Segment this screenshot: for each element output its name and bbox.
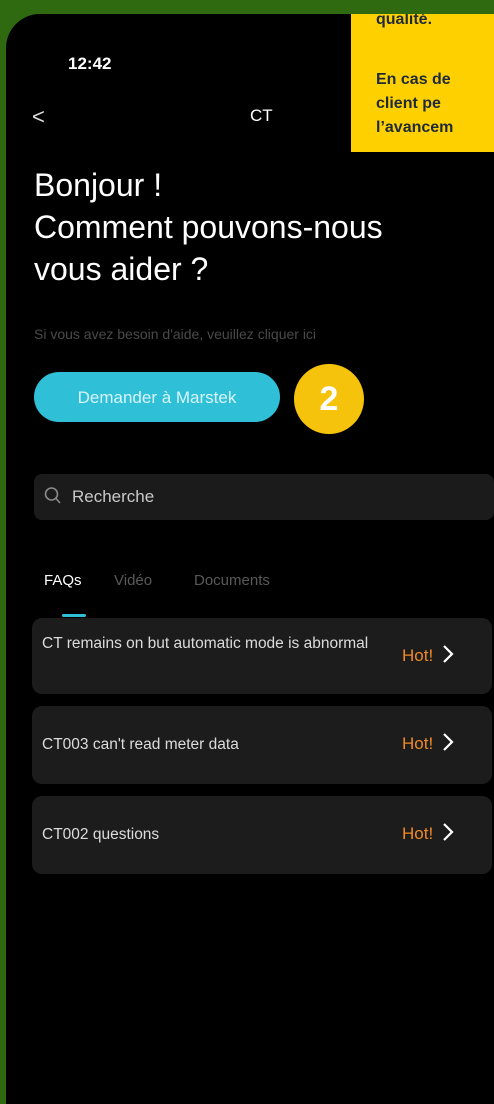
back-button[interactable]: < bbox=[32, 104, 45, 130]
faq-item[interactable]: CT remains on but automatic mode is abno… bbox=[32, 618, 492, 694]
tab-faqs[interactable]: FAQs bbox=[44, 572, 82, 589]
phone-screen: 12:42 < CT Bonjour ! Comment pouvons-nou… bbox=[6, 14, 494, 1104]
callout-text: En cas de bbox=[376, 71, 451, 88]
page-title: CT bbox=[250, 106, 273, 125]
search-icon bbox=[44, 486, 62, 511]
callout-text: l’avancem bbox=[376, 119, 454, 136]
greeting-heading: Bonjour ! Comment pouvons-nous vous aide… bbox=[34, 164, 494, 290]
callout-text: qualité. bbox=[376, 14, 433, 28]
chevron-right-icon bbox=[442, 822, 454, 847]
instruction-callout: qualité. En cas de client pe l’avancem bbox=[351, 14, 494, 152]
status-time: 12:42 bbox=[68, 54, 112, 73]
tab-documents[interactable]: Documents bbox=[194, 572, 270, 589]
tab-video[interactable]: Vidéo bbox=[114, 572, 152, 589]
callout-text: client pe bbox=[376, 95, 441, 112]
faq-question: CT003 can't read meter data bbox=[42, 736, 239, 753]
greeting-line: Comment pouvons-nous bbox=[34, 209, 383, 245]
tab-active-indicator bbox=[62, 614, 86, 617]
help-text: Si vous avez besoin d'aide, veuillez cli… bbox=[34, 326, 317, 342]
faq-question: CT remains on but automatic mode is abno… bbox=[42, 635, 369, 652]
faq-item[interactable]: CT003 can't read meter data Hot! bbox=[32, 706, 492, 784]
ask-marstek-button[interactable]: Demander à Marstek bbox=[34, 372, 280, 422]
greeting-line: Bonjour ! bbox=[34, 167, 163, 203]
faq-question: CT002 questions bbox=[42, 826, 160, 843]
hot-badge: Hot! bbox=[402, 734, 434, 753]
hot-badge: Hot! bbox=[402, 824, 434, 843]
faq-item[interactable]: CT002 questions Hot! bbox=[32, 796, 492, 874]
step-badge: 2 bbox=[294, 364, 364, 434]
search-input[interactable]: Recherche bbox=[34, 474, 494, 520]
hot-badge: Hot! bbox=[402, 646, 434, 665]
greeting-line: vous aider ? bbox=[34, 251, 209, 287]
search-placeholder: Recherche bbox=[72, 487, 155, 506]
chevron-right-icon bbox=[442, 732, 454, 757]
chevron-right-icon bbox=[442, 644, 454, 669]
